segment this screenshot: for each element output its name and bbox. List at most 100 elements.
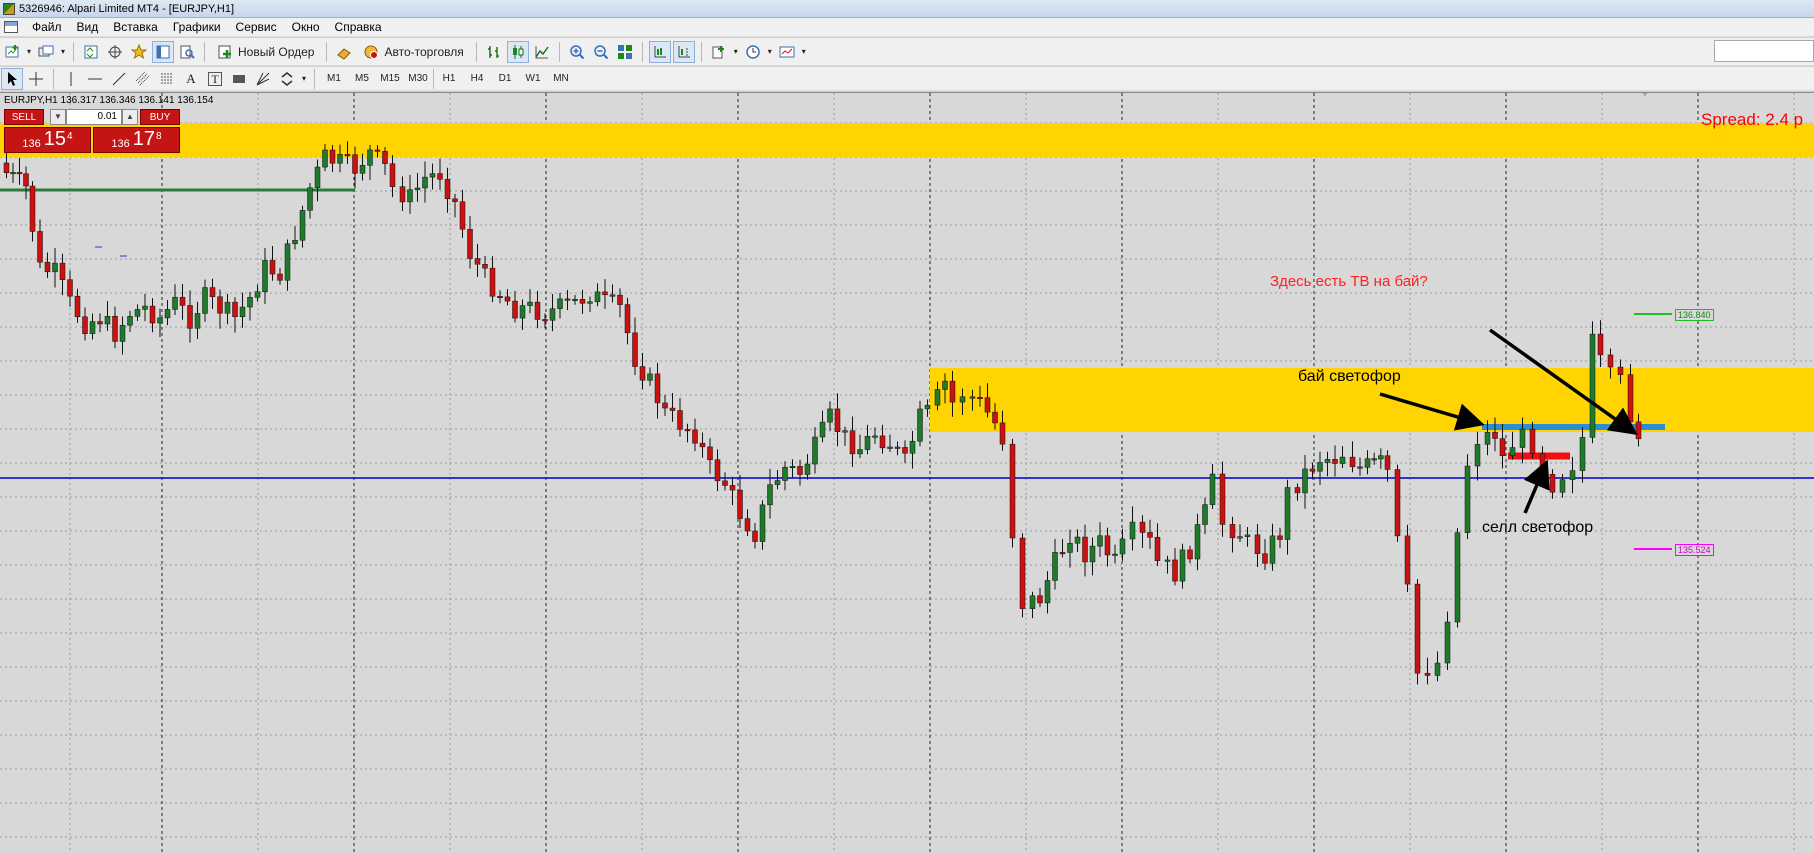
- lot-decrease-button[interactable]: ▼: [50, 109, 66, 125]
- bull-candle-body: [759, 504, 766, 542]
- sell-price-button[interactable]: 136 15 4: [4, 127, 91, 153]
- metaeditor-button[interactable]: [333, 41, 355, 63]
- toolbar-separator: [73, 41, 74, 62]
- price-chart[interactable]: EURJPY,H1 136.317 136.346 136.141 136.15…: [0, 92, 1814, 853]
- candle: [187, 290, 193, 343]
- data-window-button[interactable]: [104, 41, 126, 63]
- autoscroll-button[interactable]: [648, 40, 671, 63]
- horizontal-line-icon: [88, 78, 102, 79]
- timeframe-h1[interactable]: H1: [436, 69, 462, 89]
- bear-candle-body: [67, 279, 73, 297]
- gann-tool[interactable]: [252, 68, 274, 90]
- timeframe-m15[interactable]: M15: [377, 69, 403, 89]
- menu-window[interactable]: Окно: [286, 18, 329, 37]
- bar-chart-button[interactable]: [483, 41, 505, 63]
- candle: [202, 279, 208, 322]
- candle: [894, 441, 901, 456]
- menu-charts[interactable]: Графики: [167, 18, 230, 37]
- text-tool[interactable]: A: [180, 68, 202, 90]
- bear-candle-body: [1617, 366, 1624, 375]
- candlestick-chart-button[interactable]: [506, 40, 529, 63]
- templates-dropdown-arrow[interactable]: ▾: [800, 41, 808, 63]
- autotrading-button[interactable]: Авто-торговля: [357, 41, 469, 63]
- candle: [1404, 524, 1411, 593]
- bear-candle-body: [654, 373, 661, 404]
- search-input[interactable]: [1714, 40, 1814, 62]
- timeframe-m5[interactable]: M5: [349, 69, 375, 89]
- chart-canvas[interactable]: [0, 93, 1814, 853]
- cursor-tool[interactable]: [1, 67, 23, 90]
- sell-button[interactable]: SELL: [4, 109, 44, 125]
- timeframe-m30[interactable]: M30: [405, 69, 431, 89]
- menu-view[interactable]: Вид: [71, 18, 108, 37]
- arrows-tool[interactable]: [276, 68, 298, 90]
- timeframe-d1[interactable]: D1: [492, 69, 518, 89]
- crosshair-tool[interactable]: [25, 68, 47, 90]
- menu-help[interactable]: Справка: [329, 18, 391, 37]
- buy-button[interactable]: BUY: [140, 109, 180, 125]
- candle: [602, 279, 608, 310]
- bear-candle-body: [277, 273, 283, 281]
- ask-big: 17: [132, 128, 156, 150]
- candle: [1179, 543, 1186, 589]
- candle: [127, 310, 133, 332]
- market-watch-button[interactable]: [80, 41, 102, 63]
- line-chart-button[interactable]: [531, 41, 553, 63]
- indicators-dropdown-arrow[interactable]: ▾: [732, 41, 740, 63]
- timeframe-h4[interactable]: H4: [464, 69, 490, 89]
- zoom-out-button[interactable]: [590, 41, 612, 63]
- terminal-button[interactable]: [152, 40, 174, 63]
- lot-size-input[interactable]: 0.01: [66, 109, 122, 125]
- timeframe-w1[interactable]: W1: [520, 69, 546, 89]
- chart-dropdown-arrow[interactable]: ▾: [25, 41, 33, 63]
- candle: [804, 454, 811, 480]
- equidistant-channel-tool[interactable]: [132, 68, 154, 90]
- rectangle-tool[interactable]: [228, 68, 250, 90]
- text-label-tool[interactable]: T: [204, 68, 226, 90]
- periods-button[interactable]: [742, 41, 764, 63]
- horizontal-line-tool[interactable]: [84, 68, 106, 90]
- chart-window-icon[interactable]: [4, 21, 18, 33]
- bull-candle-body: [1202, 504, 1208, 525]
- candle: [489, 256, 496, 303]
- lot-increase-button[interactable]: ▲: [122, 109, 138, 125]
- timeframe-mn[interactable]: MN: [548, 69, 574, 89]
- bull-candle-body: [572, 299, 578, 302]
- new-order-button[interactable]: Новый Ордер: [211, 41, 320, 63]
- candle: [827, 401, 833, 432]
- trendline-tool[interactable]: [108, 68, 130, 90]
- candle: [307, 182, 313, 219]
- bear-candle-body: [1384, 455, 1391, 470]
- candle: [1454, 527, 1461, 628]
- menu-insert[interactable]: Вставка: [107, 18, 167, 37]
- chart-shift-button[interactable]: [672, 40, 695, 63]
- templates-button[interactable]: [776, 41, 798, 63]
- bear-candle-body: [1357, 466, 1363, 469]
- zoom-in-button[interactable]: [566, 41, 588, 63]
- indicators-button[interactable]: [708, 41, 730, 63]
- candle: [399, 176, 406, 211]
- buy-price-button[interactable]: 136 17 8: [93, 127, 180, 153]
- bear-candle-body: [729, 485, 736, 491]
- arrows-dropdown-arrow[interactable]: ▾: [300, 68, 308, 90]
- navigator-button[interactable]: [128, 41, 150, 63]
- menu-file[interactable]: Файл: [26, 18, 71, 37]
- profiles-dropdown-arrow[interactable]: ▾: [59, 41, 67, 63]
- symbol-ohlc-line: EURJPY,H1 136.317 136.346 136.141 136.15…: [4, 95, 214, 106]
- timeframe-m1[interactable]: M1: [321, 69, 347, 89]
- bar-chart-icon: [487, 45, 499, 58]
- fibonacci-tool[interactable]: [156, 68, 178, 90]
- tile-windows-button[interactable]: [614, 41, 636, 63]
- bear-candle-body: [834, 408, 841, 433]
- candle: [1309, 462, 1316, 480]
- new-chart-button[interactable]: [1, 41, 23, 63]
- menu-tools[interactable]: Сервис: [230, 18, 286, 37]
- bull-candle-body: [812, 436, 818, 465]
- vertical-line-tool[interactable]: [60, 68, 82, 90]
- bull-candle-body: [924, 404, 931, 410]
- profiles-button[interactable]: [35, 41, 57, 63]
- candle: [1194, 513, 1201, 571]
- bear-candle-body: [209, 287, 216, 297]
- periods-dropdown-arrow[interactable]: ▾: [766, 41, 774, 63]
- strategy-tester-button[interactable]: [176, 41, 198, 63]
